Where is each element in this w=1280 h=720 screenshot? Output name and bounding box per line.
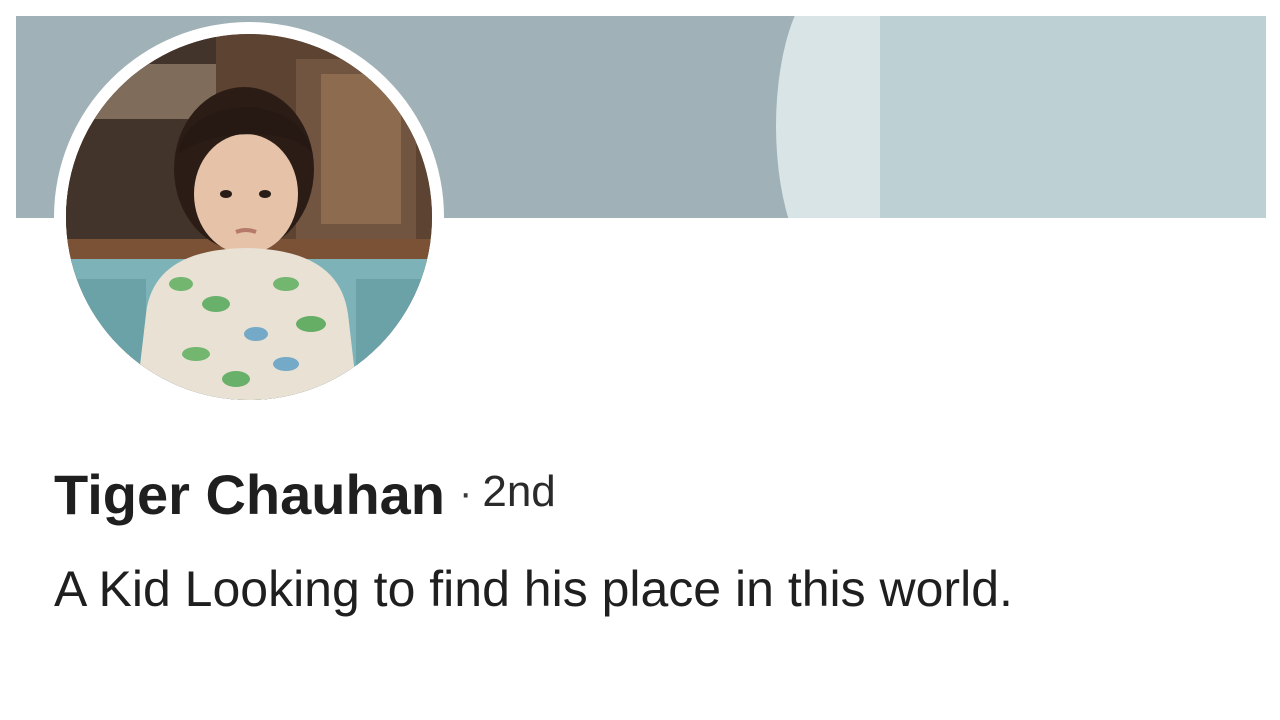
avatar-ring (54, 22, 444, 412)
profile-headline: A Kid Looking to find his place in this … (54, 561, 1013, 617)
name-row: Tiger Chauhan · 2nd (54, 462, 1234, 542)
profile-card: Tiger Chauhan · 2nd A Kid Looking to fin… (0, 0, 1280, 720)
profile-name[interactable]: Tiger Chauhan (54, 462, 445, 527)
avatar[interactable] (66, 34, 432, 400)
degree-separator: · (459, 471, 473, 515)
connection-degree: 2nd (482, 467, 556, 516)
profile-photo (66, 34, 432, 400)
profile-identity: Tiger Chauhan · 2nd A Kid Looking to fin… (54, 462, 1234, 620)
banner-right-panel (880, 16, 1266, 218)
